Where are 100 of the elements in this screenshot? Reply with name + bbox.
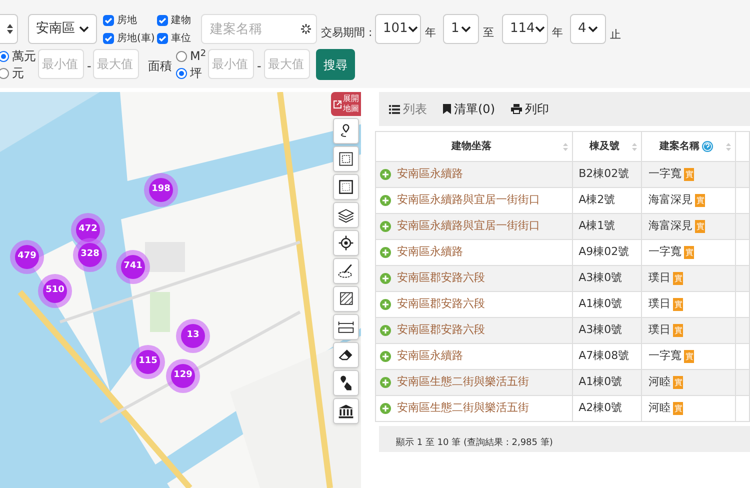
checkbox-label[interactable]: 房地 — [117, 13, 137, 28]
checkbox[interactable] — [157, 33, 168, 44]
square-icon — [337, 178, 355, 196]
checkbox-label[interactable]: 車位 — [171, 31, 191, 46]
map-tool-button[interactable] — [333, 398, 359, 424]
separator-text: - — [257, 58, 262, 75]
map-tool-button[interactable] — [333, 230, 359, 256]
project-name: 一字寬 — [648, 244, 682, 260]
year-select[interactable]: 114 — [502, 14, 548, 44]
checkbox[interactable] — [103, 15, 114, 26]
bank-icon — [337, 402, 355, 420]
map-tool-button[interactable] — [333, 342, 359, 368]
toolbar-button[interactable]: 清單(0) — [443, 100, 495, 118]
add-icon[interactable] — [380, 195, 391, 206]
column-header[interactable]: 棟及號 — [572, 132, 642, 162]
external-link-icon — [333, 100, 342, 108]
city-select[interactable] — [0, 14, 18, 44]
separator-text: 至 — [483, 25, 494, 41]
toolbar-button[interactable]: 列印 — [511, 100, 549, 118]
checkbox-label[interactable]: 房地(車) — [117, 31, 155, 46]
column-header[interactable]: 建物坐落 — [376, 132, 572, 162]
project-name: 璞日 — [648, 322, 670, 338]
spinner-icon — [301, 24, 311, 34]
checkbox-label[interactable]: 建物 — [171, 13, 191, 28]
map-tool-button[interactable] — [333, 202, 359, 228]
map-tool-button[interactable] — [333, 146, 359, 172]
tag: 實 — [684, 168, 694, 181]
sort-icon — [726, 142, 732, 150]
separator-text: - — [87, 58, 92, 75]
tag: 實 — [673, 324, 684, 337]
tag: 實 — [695, 220, 706, 233]
unit-text: 止 — [610, 27, 621, 43]
district-select[interactable]: 安南區 — [28, 14, 97, 44]
add-icon[interactable] — [380, 221, 391, 232]
expand-map-button[interactable]: 展開 地圖 — [331, 92, 361, 116]
period-label: 交易期間 : — [321, 25, 372, 41]
tag: 實 — [673, 402, 684, 415]
layers-icon — [337, 206, 355, 224]
radio-button[interactable]: 萬元 — [0, 47, 36, 65]
caret-icon — [79, 26, 89, 32]
project-name: 海富深見 — [648, 218, 692, 234]
input-field[interactable]: 最大值 — [264, 49, 310, 79]
search-field[interactable]: 建案名稱 — [201, 14, 317, 44]
unit-text: 年 — [425, 25, 436, 41]
input-field[interactable]: 最小值 — [38, 49, 84, 79]
unit-text: 年 — [552, 25, 563, 41]
tag: 實 — [695, 194, 706, 207]
add-icon[interactable] — [380, 403, 391, 414]
caret-icon — [461, 26, 471, 32]
tag: 實 — [684, 246, 694, 259]
help-icon[interactable] — [702, 141, 714, 152]
toolbar-button[interactable]: 列表 — [389, 100, 427, 118]
map-tool-button[interactable] — [333, 370, 359, 396]
radio-button[interactable]: 坪 — [176, 64, 202, 82]
project-name: 一字寬 — [648, 348, 682, 364]
pagination-info: 顯示 1 至 10 筆 (查詢結果 : 2,985 筆) — [396, 436, 553, 450]
year-select[interactable]: 101 — [375, 14, 421, 44]
caret-icon — [408, 26, 418, 32]
map-tool-button[interactable] — [333, 174, 359, 200]
add-icon[interactable] — [380, 169, 391, 180]
add-icon[interactable] — [380, 299, 391, 310]
project-name: 一字寬 — [648, 166, 682, 182]
tag: 實 — [673, 272, 684, 285]
table-cell: A2棟0號 — [572, 396, 642, 422]
add-icon[interactable] — [380, 377, 391, 388]
project-name: 河睦 — [648, 374, 670, 390]
tag: 實 — [684, 350, 694, 363]
hatch-icon — [337, 290, 355, 308]
add-icon[interactable] — [380, 247, 391, 258]
add-icon[interactable] — [380, 325, 391, 336]
target-icon — [337, 234, 355, 252]
map-tool-button[interactable] — [333, 286, 359, 312]
input-field[interactable]: 最小值 — [208, 49, 254, 79]
radio-button[interactable]: M$^{2}$ — [176, 47, 206, 65]
map-tool-button[interactable] — [333, 118, 359, 144]
checkbox[interactable] — [103, 33, 114, 44]
area-label: 面積 — [148, 58, 172, 75]
pen-icon — [337, 262, 355, 280]
project-name: 河睦 — [648, 400, 670, 416]
search-button[interactable]: 搜尋 — [316, 49, 355, 80]
sort-icon — [632, 142, 638, 150]
map-tool-button[interactable] — [333, 258, 359, 284]
checkbox[interactable] — [157, 15, 168, 26]
tag: 實 — [673, 298, 684, 311]
input-field[interactable]: 最大值 — [93, 49, 139, 79]
caret-icon — [534, 26, 545, 32]
print-icon — [511, 104, 522, 114]
project-name: 海富深見 — [648, 192, 692, 208]
add-icon[interactable] — [380, 273, 391, 284]
sort-icon — [7, 24, 13, 34]
caret-icon — [588, 26, 598, 32]
tag: 實 — [673, 376, 684, 389]
list-icon — [389, 104, 400, 114]
radio-button[interactable]: 元 — [0, 64, 24, 82]
add-icon[interactable] — [380, 351, 391, 362]
month-select[interactable]: 4 — [570, 14, 606, 44]
sort-icon — [562, 142, 568, 150]
month-select[interactable]: 1 — [443, 14, 479, 44]
map-tool-button[interactable] — [333, 314, 359, 340]
bookmark-icon — [443, 104, 451, 114]
